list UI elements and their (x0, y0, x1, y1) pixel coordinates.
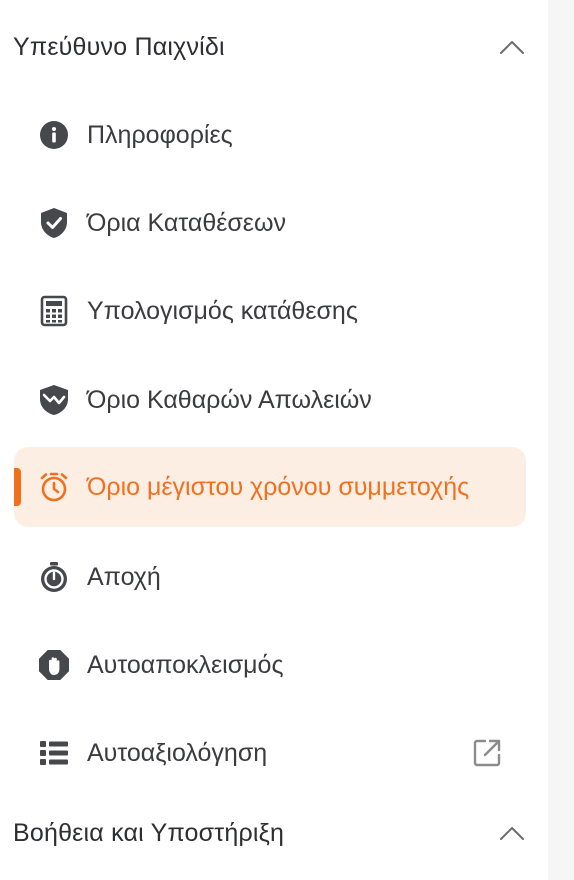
sidebar-item-self-exclusion[interactable]: Αυτοαποκλεισμός (14, 625, 526, 705)
chevron-up-icon (500, 41, 524, 54)
active-indicator (14, 468, 21, 506)
sidebar-item-time-out[interactable]: Αποχή (14, 537, 526, 617)
sidebar-item-label: Αυτοαξιολόγηση (87, 738, 268, 767)
shield-chart-icon (38, 384, 70, 416)
section-title: Υπεύθυνο Παιχνίδι (13, 32, 225, 61)
calculator-icon (38, 295, 70, 327)
sidebar-item-label: Όρια Καταθέσεων (87, 208, 286, 237)
sidebar-item-label: Πληροφορίες (87, 120, 233, 149)
sidebar-item-deposit-limits[interactable]: Όρια Καταθέσεων (14, 183, 526, 263)
sidebar-item-label: Όριο μέγιστου χρόνου συμμετοχής (87, 472, 470, 501)
hand-stop-icon (38, 649, 70, 681)
sidebar-item-label: Υπολογισμός κατάθεσης (87, 296, 358, 325)
sidebar-item-max-time-limit[interactable]: Όριο μέγιστου χρόνου συμμετοχής (14, 447, 526, 527)
list-icon (38, 737, 70, 769)
chevron-up-icon (500, 827, 524, 840)
external-link-icon[interactable] (471, 737, 503, 769)
stopwatch-icon (38, 471, 70, 503)
shield-check-icon (38, 207, 70, 239)
sidebar-item-info[interactable]: Πληροφορίες (14, 95, 526, 175)
section-header-help-support[interactable]: Βοήθεια και Υποστήριξη (0, 803, 548, 863)
section-header-responsible-gaming[interactable]: Υπεύθυνο Παιχνίδι (0, 17, 548, 77)
content-area-edge (548, 0, 574, 880)
sidebar-item-net-loss-limit[interactable]: Όριο Καθαρών Απωλειών (14, 360, 526, 440)
sidebar-item-label: Αυτοαποκλεισμός (87, 650, 284, 679)
page: Υπεύθυνο Παιχνίδι Πληροφορίες Όρια Καταθ… (0, 0, 574, 880)
sidebar-menu: Υπεύθυνο Παιχνίδι Πληροφορίες Όρια Καταθ… (0, 0, 548, 880)
sidebar-item-label: Αποχή (87, 562, 161, 591)
section-title: Βοήθεια και Υποστήριξη (13, 818, 285, 847)
sidebar-item-label: Όριο Καθαρών Απωλειών (87, 385, 372, 414)
sidebar-item-deposit-calculator[interactable]: Υπολογισμός κατάθεσης (14, 271, 526, 351)
timer-icon (38, 561, 70, 593)
info-icon (38, 119, 70, 151)
sidebar-item-self-assessment[interactable]: Αυτοαξιολόγηση (14, 713, 526, 793)
